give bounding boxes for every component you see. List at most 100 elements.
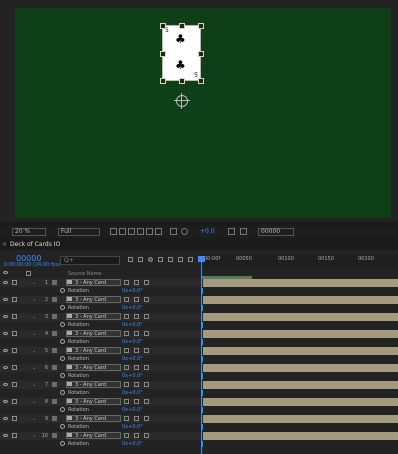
graph-editor-icon[interactable] xyxy=(178,257,183,262)
eye-icon[interactable] xyxy=(3,349,8,352)
chevron-down-icon[interactable]: ⌄ xyxy=(32,314,37,320)
layer-row[interactable]: ⌄ 3 3 - Any Card xyxy=(0,313,398,321)
layer-duration-bar[interactable] xyxy=(203,381,398,389)
grid-icon[interactable] xyxy=(119,228,126,235)
collapse-switch[interactable] xyxy=(134,314,139,319)
eye-icon[interactable] xyxy=(3,332,8,335)
layer-duration-bar[interactable] xyxy=(203,432,398,440)
property-row[interactable]: Rotation 0x+0.0° xyxy=(0,355,398,363)
label-color[interactable] xyxy=(52,399,57,404)
fx-switch[interactable] xyxy=(144,416,149,421)
current-time-indicator[interactable] xyxy=(201,256,202,454)
eye-icon[interactable] xyxy=(3,281,8,284)
guides-icon[interactable] xyxy=(137,228,144,235)
mask-icon[interactable] xyxy=(128,228,135,235)
label-color[interactable] xyxy=(52,433,57,438)
viewer-timecode[interactable]: 00000 xyxy=(258,228,294,236)
playing-card[interactable]: 5 ♣ ♣ 5 xyxy=(160,23,204,84)
shy-switch[interactable] xyxy=(124,314,129,319)
layer-duration-bar[interactable] xyxy=(203,347,398,355)
shy-switch[interactable] xyxy=(124,280,129,285)
stopwatch-icon[interactable] xyxy=(60,407,65,412)
label-color[interactable] xyxy=(52,382,57,387)
property-value[interactable]: 0x+0.0° xyxy=(122,373,143,379)
label-color[interactable] xyxy=(52,314,57,319)
layer-search-input[interactable]: Q+ xyxy=(60,256,120,265)
chevron-down-icon[interactable]: ⌄ xyxy=(32,433,37,439)
transform-handle[interactable] xyxy=(179,23,185,29)
transform-handle[interactable] xyxy=(160,51,166,57)
stopwatch-icon[interactable] xyxy=(60,305,65,310)
show-snapshot-icon[interactable] xyxy=(240,228,247,235)
fx-switch[interactable] xyxy=(144,365,149,370)
collapse-switch[interactable] xyxy=(134,416,139,421)
label-color[interactable] xyxy=(52,365,57,370)
3d-view-icon[interactable] xyxy=(146,228,153,235)
fx-switch[interactable] xyxy=(144,382,149,387)
layer-duration-bar[interactable] xyxy=(203,296,398,304)
shy-switch[interactable] xyxy=(124,416,129,421)
close-icon[interactable]: × xyxy=(2,241,7,248)
frame-blending-icon[interactable] xyxy=(158,257,163,262)
lock-icon[interactable] xyxy=(12,280,17,285)
layer-name[interactable]: 3 - Any Card xyxy=(66,381,121,388)
chevron-down-icon[interactable]: ⌄ xyxy=(32,297,37,303)
layer-name[interactable]: 3 - Any Card xyxy=(66,347,121,354)
stopwatch-icon[interactable] xyxy=(60,356,65,361)
collapse-switch[interactable] xyxy=(134,297,139,302)
exposure-value[interactable]: +0.0 xyxy=(200,228,215,235)
layer-row[interactable]: ⌄ 7 3 - Any Card xyxy=(0,381,398,389)
label-color[interactable] xyxy=(52,297,57,302)
transform-handle[interactable] xyxy=(198,78,204,84)
fx-switch[interactable] xyxy=(144,280,149,285)
label-color[interactable] xyxy=(52,331,57,336)
property-value[interactable]: 0x+0.0° xyxy=(122,288,143,294)
zoom-dropdown[interactable]: 20 % xyxy=(12,228,46,236)
layer-duration-bar[interactable] xyxy=(203,330,398,338)
collapse-switch[interactable] xyxy=(134,365,139,370)
property-value[interactable]: 0x+0.0° xyxy=(122,356,143,362)
eye-icon[interactable] xyxy=(3,434,8,437)
shy-switch[interactable] xyxy=(124,331,129,336)
chevron-down-icon[interactable]: ⌄ xyxy=(32,280,37,286)
eye-icon[interactable] xyxy=(3,400,8,403)
stopwatch-icon[interactable] xyxy=(60,288,65,293)
shy-switch[interactable] xyxy=(124,433,129,438)
eye-icon[interactable] xyxy=(3,417,8,420)
fx-switch[interactable] xyxy=(144,331,149,336)
shy-switch[interactable] xyxy=(124,297,129,302)
transform-handle[interactable] xyxy=(160,78,166,84)
layer-name[interactable]: 3 - Any Card xyxy=(66,279,121,286)
shy-switch[interactable] xyxy=(124,348,129,353)
chevron-down-icon[interactable]: ⌄ xyxy=(32,365,37,371)
layer-name[interactable]: 3 - Any Card xyxy=(66,296,121,303)
eye-icon[interactable] xyxy=(3,315,8,318)
layer-row[interactable]: ⌄ 4 3 - Any Card xyxy=(0,330,398,338)
layer-name[interactable]: 3 - Any Card xyxy=(66,415,121,422)
stopwatch-icon[interactable] xyxy=(60,424,65,429)
composition-flowchart-icon[interactable] xyxy=(128,257,133,262)
fx-switch[interactable] xyxy=(144,399,149,404)
channel-icon[interactable] xyxy=(155,228,162,235)
eye-icon[interactable] xyxy=(3,298,8,301)
property-row[interactable]: Rotation 0x+0.0° xyxy=(0,338,398,346)
property-row[interactable]: Rotation 0x+0.0° xyxy=(0,304,398,312)
chevron-down-icon[interactable]: ⌄ xyxy=(32,331,37,337)
fx-switch[interactable] xyxy=(144,314,149,319)
collapse-switch[interactable] xyxy=(134,382,139,387)
chevron-down-icon[interactable]: ⌄ xyxy=(32,399,37,405)
property-row[interactable]: Rotation 0x+0.0° xyxy=(0,287,398,295)
transform-handle[interactable] xyxy=(179,78,185,84)
property-row[interactable]: Rotation 0x+0.0° xyxy=(0,372,398,380)
lock-icon[interactable] xyxy=(12,314,17,319)
lock-icon[interactable] xyxy=(12,331,17,336)
stopwatch-icon[interactable] xyxy=(60,390,65,395)
collapse-switch[interactable] xyxy=(134,331,139,336)
stopwatch-icon[interactable] xyxy=(60,373,65,378)
layer-duration-bar[interactable] xyxy=(203,313,398,321)
timeline-tab[interactable]: Deck of Cards IO xyxy=(10,241,60,248)
lock-icon[interactable] xyxy=(12,365,17,370)
anchor-point-icon[interactable] xyxy=(174,93,190,109)
composition-canvas[interactable] xyxy=(15,8,391,218)
region-icon[interactable] xyxy=(110,228,117,235)
